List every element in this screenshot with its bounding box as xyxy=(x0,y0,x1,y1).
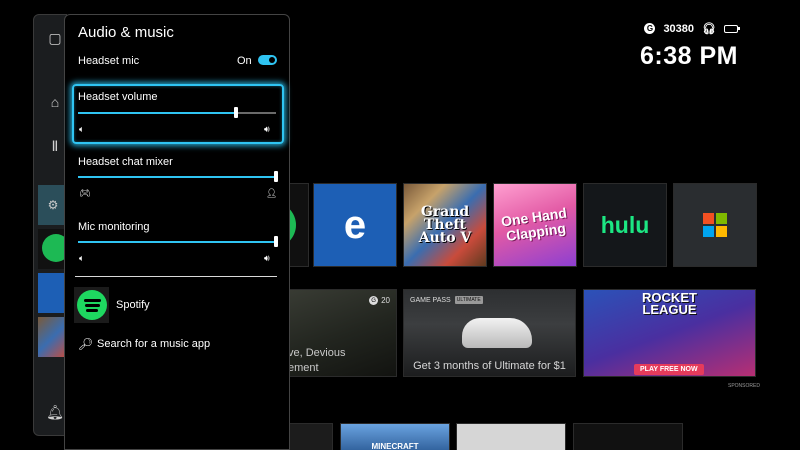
gear-icon: ⚙ xyxy=(47,198,59,212)
headset-mic-toggle[interactable] xyxy=(258,55,277,65)
row3-tile-3[interactable] xyxy=(456,423,566,450)
controller-icon: 🎮︎ xyxy=(79,188,91,198)
battery-icon xyxy=(724,24,740,33)
hulu-tile[interactable]: hulu xyxy=(583,183,667,267)
spotify-app-row[interactable]: Spotify xyxy=(73,286,281,324)
gta-logo: Grand Theft Auto V xyxy=(418,203,472,246)
mic-monitoring-slider[interactable] xyxy=(78,235,278,249)
headset-mic-label: Headset mic xyxy=(78,55,140,67)
gamepass-caption: Get 3 months of Ultimate for $1 xyxy=(413,360,566,372)
hulu-logo: hulu xyxy=(600,211,650,238)
status-bar: G 30380 🎧︎ xyxy=(644,22,740,35)
slider-thumb[interactable] xyxy=(274,171,278,182)
volume-high-icon: 🔊︎ xyxy=(264,124,270,134)
search-label: Search for a music app xyxy=(97,338,211,350)
rocket-league-tile[interactable]: ROCKET LEAGUE PLAY FREE NOW xyxy=(583,289,756,377)
search-icon: 🔍︎ xyxy=(78,337,94,351)
volume-low-icon: 🔈︎ xyxy=(79,253,85,263)
spotify-label: Spotify xyxy=(116,299,150,311)
chat-mixer-slider[interactable] xyxy=(78,170,278,184)
person-icon: 👤︎ xyxy=(266,188,278,198)
gamepass-label: GAME PASS ULTIMATE xyxy=(410,296,483,304)
clock: 6:38 PM xyxy=(640,42,738,70)
slider-thumb[interactable] xyxy=(274,236,278,247)
store-icon xyxy=(702,212,728,238)
devious-caption: ve, Devious ement xyxy=(288,347,346,374)
panel-title: Audio & music xyxy=(78,24,174,41)
guide-sidebar: ▢ ⌂ Ⅱ ⚙ 🔔︎ xyxy=(33,14,70,436)
audio-music-panel: Audio & music Headset mic On Headset vol… xyxy=(64,14,290,450)
gta-v-tile[interactable]: Grand Theft Auto V xyxy=(403,183,487,267)
play-free-badge: PLAY FREE NOW xyxy=(634,364,704,375)
gamerscore-icon: G xyxy=(369,296,379,305)
headset-volume-label: Headset volume xyxy=(78,91,158,103)
headset-mic-state: On xyxy=(237,55,252,67)
hatchet-logo: One Hand Clapping xyxy=(500,204,568,245)
gamerscore-value: 30380 xyxy=(663,22,695,35)
gamepass-tile[interactable]: GAME PASS ULTIMATE Get 3 months of Ultima… xyxy=(403,289,576,377)
slider-thumb[interactable] xyxy=(234,107,239,118)
chat-mixer-label: Headset chat mixer xyxy=(78,156,173,168)
edge-tile[interactable]: e xyxy=(313,183,397,267)
sponsored-label: SPONSORED xyxy=(728,383,760,389)
devious-badge: G 20 xyxy=(369,296,390,305)
headset-icon: 🎧︎ xyxy=(702,23,716,35)
hatchet-tile[interactable]: One Hand Clapping xyxy=(493,183,577,267)
rocket-league-logo: ROCKET LEAGUE xyxy=(642,290,697,317)
gamerscore-icon: G xyxy=(644,23,656,34)
car-image xyxy=(462,318,532,348)
minecraft-tile[interactable]: MINECRAFT xyxy=(340,423,450,450)
mic-monitoring-label: Mic monitoring xyxy=(78,221,150,233)
spotify-icon xyxy=(74,287,109,323)
store-tile[interactable] xyxy=(673,183,757,267)
volume-high-icon: 🔊︎ xyxy=(264,253,270,263)
headset-volume-slider[interactable] xyxy=(78,106,276,120)
edge-icon: e xyxy=(343,202,367,247)
divider xyxy=(75,276,277,277)
volume-low-icon: 🔈︎ xyxy=(79,124,85,134)
row3-tile-4[interactable] xyxy=(573,423,683,450)
